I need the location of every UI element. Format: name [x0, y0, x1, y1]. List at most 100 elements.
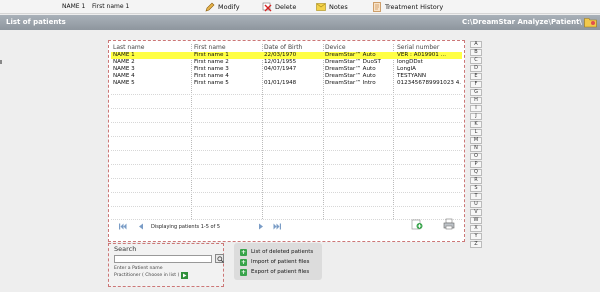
cell-serial-number: VER : A019901 ... — [397, 52, 446, 58]
row-divider — [111, 164, 462, 165]
export-patient-files-link[interactable]: + Export of patient files — [240, 268, 309, 276]
search-label: Search — [114, 245, 137, 253]
deleted-patients-link[interactable]: + List of deleted patients — [240, 248, 313, 256]
letter-button[interactable]: H — [470, 97, 482, 104]
plus-icon: + — [240, 258, 247, 266]
cell-first-name: First name 2 — [194, 59, 229, 65]
column-header[interactable]: Device — [325, 44, 346, 51]
letter-button[interactable]: K — [470, 121, 482, 128]
letter-button[interactable]: S — [470, 185, 482, 192]
pagination-bar: Displaying patients 1-5 of 5 — [117, 218, 457, 232]
notes-icon — [316, 2, 326, 12]
patient-table: Last name First name Date of Birth Devic… — [108, 40, 465, 242]
letter-button[interactable]: N — [470, 145, 482, 152]
data-path: C:\DreamStar Analyze\Patient\ — [461, 18, 582, 26]
table-row[interactable]: NAME 4 First name 4 DreamStar™ Auto TEST… — [111, 73, 462, 80]
letter-button[interactable]: X — [470, 225, 482, 232]
cell-serial-number: LongIA — [397, 66, 417, 72]
modify-label: Modify — [218, 3, 240, 11]
table-row[interactable]: NAME 3 First name 3 04/07/1947 DreamStar… — [111, 66, 462, 73]
table-row[interactable]: NAME 1 First name 1 22/03/1970 DreamStar… — [111, 52, 462, 59]
row-divider — [111, 94, 462, 95]
column-header[interactable]: Serial number — [397, 44, 439, 51]
cell-device: DreamStar™ Auto — [325, 66, 376, 72]
letter-button[interactable]: F — [470, 81, 482, 88]
column-header[interactable]: Last name — [113, 44, 144, 51]
search-input[interactable] — [114, 255, 212, 263]
folder-icon[interactable] — [584, 16, 597, 28]
practitioner-select-icon[interactable] — [181, 272, 188, 279]
plus-icon: + — [240, 248, 247, 256]
cell-serial-number: TESTYANN — [397, 73, 427, 79]
search-panel: Search Enter a Patient name Practitioner… — [108, 243, 224, 287]
delete-label: Delete — [275, 3, 297, 11]
notes-button[interactable]: Notes — [316, 2, 348, 12]
letter-button[interactable]: V — [470, 209, 482, 216]
title-bar: List of patients C:\DreamStar Analyze\Pa… — [0, 15, 600, 30]
current-patient-last-name: NAME 1 — [62, 3, 86, 10]
cell-serial-number: 0123456789991023 4... — [397, 80, 461, 86]
cell-last-name: NAME 1 — [113, 52, 135, 58]
first-page-icon[interactable] — [119, 223, 127, 230]
treatment-history-button[interactable]: Treatment History — [372, 2, 443, 12]
letter-button[interactable]: P — [470, 161, 482, 168]
modify-button[interactable]: Modify — [205, 2, 240, 12]
alphabet-index: A B C D E F G H I J K L M N O P Q R S T … — [470, 41, 484, 249]
letter-button[interactable]: O — [470, 153, 482, 160]
cell-date-of-birth: 12/01/1955 — [264, 59, 297, 65]
letter-button[interactable]: I — [470, 105, 482, 112]
top-toolbar: NAME 1 First name 1 Modify Delete Notes … — [0, 0, 600, 14]
letter-button[interactable]: R — [470, 177, 482, 184]
letter-button[interactable]: W — [470, 217, 482, 224]
import-patient-files-link[interactable]: + Import of patient files — [240, 258, 309, 266]
cell-device: DreamStar™ Auto — [325, 52, 376, 58]
cell-device: DreamStar™ Intro — [325, 80, 376, 86]
left-edge-marker — [0, 60, 2, 64]
letter-button[interactable]: U — [470, 201, 482, 208]
cell-last-name: NAME 5 — [113, 80, 135, 86]
treatment-history-label: Treatment History — [385, 3, 444, 11]
document-icon — [372, 2, 382, 12]
cell-first-name: First name 4 — [194, 73, 229, 79]
letter-button[interactable]: J — [470, 113, 482, 120]
row-divider — [111, 206, 462, 207]
letter-button[interactable]: Q — [470, 169, 482, 176]
cell-first-name: First name 5 — [194, 80, 229, 86]
row-divider — [111, 150, 462, 151]
file-actions-panel: + List of deleted patients + Import of p… — [234, 243, 322, 280]
search-hint: Enter a Patient name — [114, 266, 163, 271]
cell-last-name: NAME 3 — [113, 66, 135, 72]
add-patient-icon[interactable] — [411, 218, 423, 230]
last-page-icon[interactable] — [273, 223, 281, 230]
table-row[interactable]: NAME 2 First name 2 12/01/1955 DreamStar… — [111, 59, 462, 66]
letter-button[interactable]: A — [470, 41, 482, 48]
letter-button[interactable]: Z — [470, 241, 482, 248]
letter-button[interactable]: L — [470, 129, 482, 136]
row-divider — [111, 122, 462, 123]
letter-button[interactable]: M — [470, 137, 482, 144]
next-page-icon[interactable] — [257, 223, 265, 230]
letter-button[interactable]: B — [470, 49, 482, 56]
delete-button[interactable]: Delete — [262, 2, 296, 12]
print-icon[interactable] — [443, 218, 455, 230]
cell-first-name: First name 1 — [194, 52, 229, 58]
table-row[interactable]: NAME 5 First name 5 01/01/1948 DreamStar… — [111, 80, 462, 87]
cell-date-of-birth: 22/03/1970 — [264, 52, 297, 58]
letter-button[interactable]: G — [470, 89, 482, 96]
search-icon[interactable] — [215, 254, 224, 263]
row-divider — [111, 108, 462, 109]
previous-page-icon[interactable] — [137, 223, 145, 230]
cell-serial-number: longDDst — [397, 59, 423, 65]
letter-button[interactable]: D — [470, 65, 482, 72]
deleted-patients-label: List of deleted patients — [251, 249, 314, 255]
notes-label: Notes — [329, 3, 348, 11]
letter-button[interactable]: E — [470, 73, 482, 80]
page-title: List of patients — [6, 18, 66, 26]
column-header[interactable]: First name — [194, 44, 226, 51]
column-header[interactable]: Date of Birth — [264, 44, 302, 51]
letter-button[interactable]: C — [470, 57, 482, 64]
pencil-icon — [205, 2, 215, 12]
letter-button[interactable]: Y — [470, 233, 482, 240]
row-divider — [111, 192, 462, 193]
letter-button[interactable]: T — [470, 193, 482, 200]
